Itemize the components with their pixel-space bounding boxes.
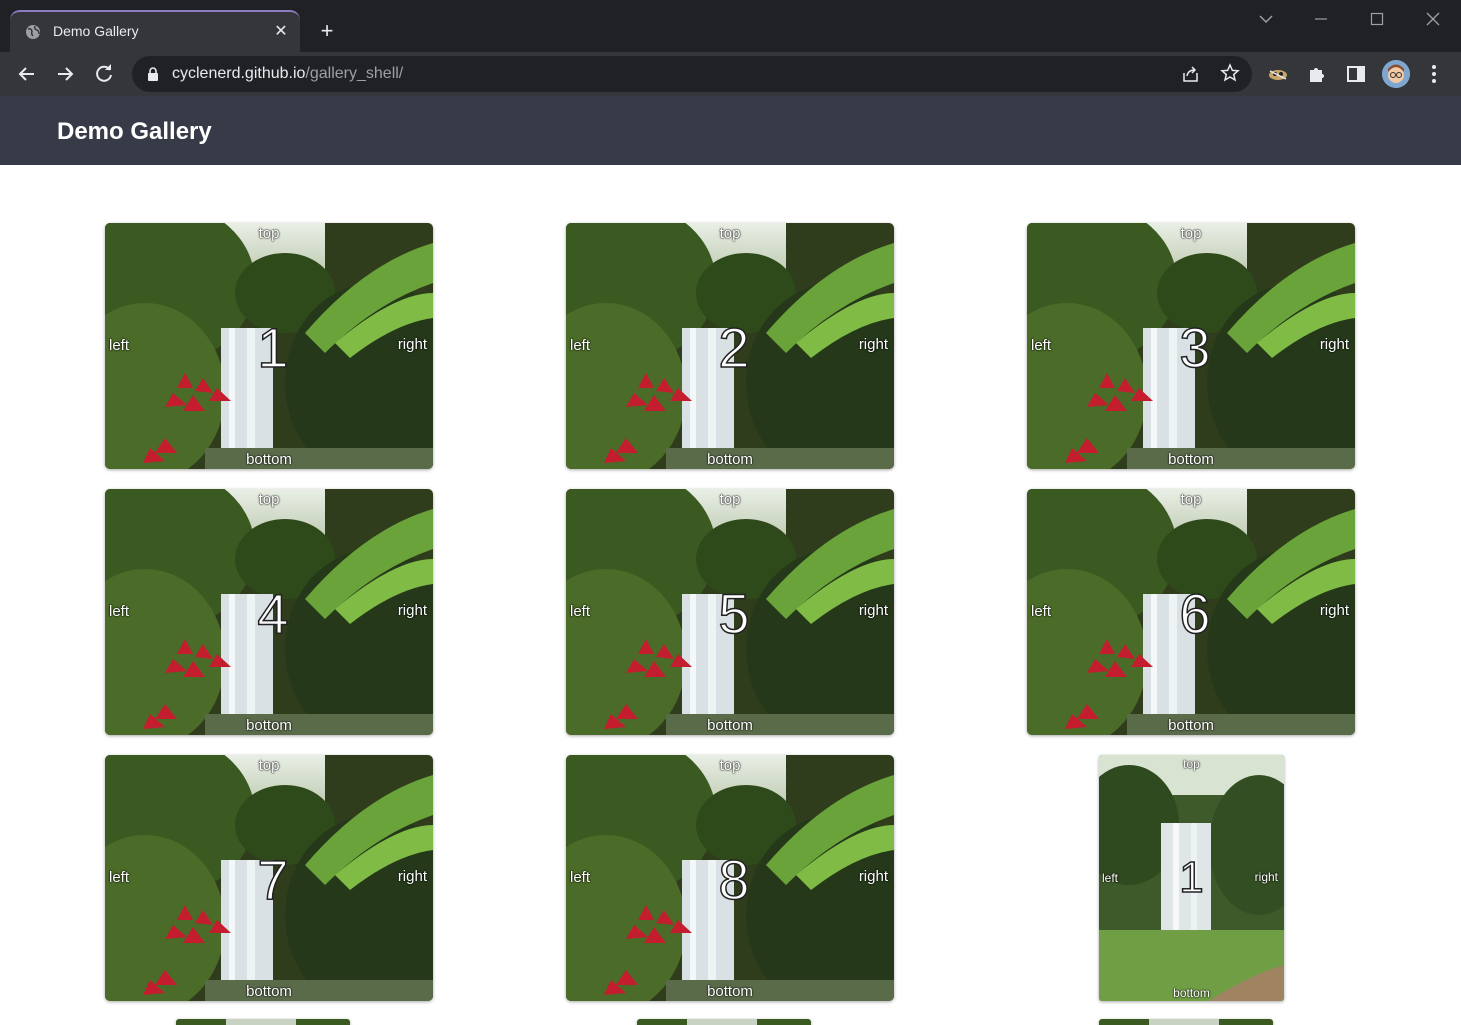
maximize-icon[interactable] — [1365, 8, 1389, 30]
image-number: 7 — [257, 847, 290, 912]
label-top: top — [258, 491, 280, 508]
address-bar[interactable]: cyclenerd.github.io/gallery_shell/ — [132, 56, 1252, 92]
gallery-thumbnail[interactable]: top left right 1 bottom — [105, 223, 433, 469]
waterfall-photo — [1099, 1019, 1273, 1025]
label-top: top — [1183, 757, 1200, 771]
gallery-thumbnail[interactable]: top left right 4 bottom — [105, 489, 433, 735]
gallery-thumbnail[interactable]: top left right 5 bottom — [566, 489, 894, 735]
gallery-thumbnail[interactable]: top left right 2 bottom — [566, 223, 894, 469]
label-top: top — [258, 757, 280, 774]
page-header: Demo Gallery — [0, 96, 1461, 165]
lock-icon[interactable] — [145, 66, 161, 82]
globe-icon — [26, 25, 40, 39]
image-number: 5 — [718, 581, 751, 646]
image-number: 3 — [1179, 315, 1212, 380]
image-number: 8 — [718, 847, 751, 912]
label-top: top — [719, 757, 741, 774]
avatar-image — [1382, 60, 1410, 88]
gallery-thumbnail-partial[interactable] — [176, 1019, 350, 1025]
label-top: top — [1180, 225, 1202, 242]
gallery-thumbnail-partial[interactable] — [637, 1019, 811, 1025]
gallery-thumbnail[interactable]: top left right 3 bottom — [1027, 223, 1355, 469]
label-bottom: bottom — [1173, 986, 1210, 1000]
tab-search-icon[interactable] — [1254, 8, 1278, 30]
label-top: top — [258, 225, 280, 242]
image-number: 1 — [257, 315, 290, 380]
label-top: top — [1180, 491, 1202, 508]
side-panel-icon[interactable] — [1344, 62, 1368, 86]
label-bottom: bottom — [1168, 451, 1214, 468]
avatar[interactable] — [1382, 60, 1410, 88]
waterfall-photo — [637, 1019, 811, 1025]
label-top: top — [719, 491, 741, 508]
waterfall-photo — [176, 1019, 350, 1025]
gallery-thumbnail-partial[interactable] — [1099, 1019, 1273, 1025]
tab-title: Demo Gallery — [53, 23, 139, 39]
label-bottom: bottom — [707, 983, 753, 1000]
label-bottom: bottom — [246, 717, 292, 734]
url-text[interactable]: cyclenerd.github.io/gallery_shell/ — [172, 65, 403, 83]
reload-icon[interactable] — [92, 62, 116, 86]
gallery-thumbnail[interactable]: top left right 7 bottom — [105, 755, 433, 1001]
forward-icon[interactable] — [53, 62, 77, 86]
label-bottom: bottom — [707, 451, 753, 468]
puzzle-icon[interactable] — [1305, 62, 1329, 86]
url-host: cyclenerd.github.io — [172, 65, 306, 82]
new-tab-button[interactable]: + — [316, 20, 338, 42]
image-number: 4 — [257, 581, 290, 646]
label-top: top — [719, 225, 741, 242]
image-number: 1 — [1179, 852, 1205, 903]
label-bottom: bottom — [1168, 717, 1214, 734]
label-bottom: bottom — [707, 717, 753, 734]
gallery-thumbnail[interactable]: top left right 1 bottom — [1099, 755, 1284, 1001]
url-path: /gallery_shell/ — [305, 65, 404, 82]
back-icon[interactable] — [15, 62, 39, 86]
extension-icon[interactable] — [1266, 62, 1290, 86]
browser-tab[interactable]: Demo Gallery ✕ — [10, 10, 300, 52]
share-icon[interactable] — [1181, 64, 1201, 84]
menu-icon[interactable] — [1422, 62, 1446, 86]
label-bottom: bottom — [246, 451, 292, 468]
star-icon[interactable] — [1220, 63, 1240, 83]
close-tab-icon[interactable]: ✕ — [272, 23, 290, 41]
gallery-thumbnail[interactable]: top left right 8 bottom — [566, 755, 894, 1001]
close-window-icon[interactable] — [1421, 8, 1445, 30]
label-bottom: bottom — [246, 983, 292, 1000]
browser-titlebar: Demo Gallery ✕ + — [0, 0, 1461, 52]
image-number: 2 — [718, 315, 751, 380]
minimize-icon[interactable] — [1309, 8, 1333, 30]
browser-toolbar: cyclenerd.github.io/gallery_shell/ — [0, 52, 1461, 96]
gallery-thumbnail[interactable]: top left right 6 bottom — [1027, 489, 1355, 735]
page-title: Demo Gallery — [57, 118, 212, 145]
image-number: 6 — [1179, 581, 1212, 646]
